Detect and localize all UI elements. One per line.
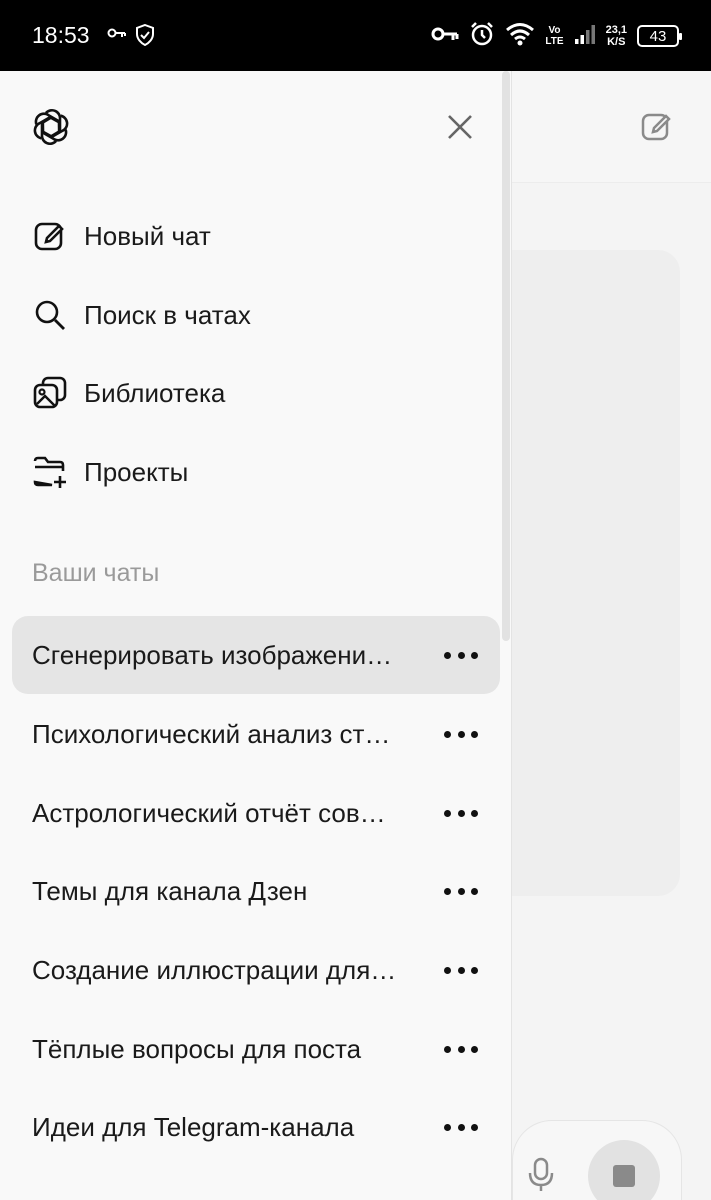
more-options-icon[interactable] [444,1118,478,1136]
chat-title: Астрологический отчёт сов… [32,798,386,828]
shield-icon [136,23,154,51]
menu-new-chat[interactable]: Новый чат [32,206,472,266]
alarm-icon [469,21,495,52]
chat-header [512,71,711,183]
status-bar: 18:53 Vo LTE 23,1 K/S 43 [0,0,711,71]
chat-item[interactable]: Создание иллюстрации для… [12,931,500,1009]
status-icons: Vo LTE 23,1 K/S 43 [431,20,682,52]
search-icon [32,297,68,333]
menu-label: Поиск в чатах [84,299,251,330]
menu-label: Новый чат [84,220,211,251]
images-icon [32,375,68,411]
wifi-icon [505,22,535,51]
menu-label: Библиотека [84,377,226,408]
side-drawer: Новый чат Поиск в чатах Библиотека Проек… [0,71,512,1200]
key-icon [431,25,459,48]
new-chat-edit-icon[interactable] [640,110,672,147]
battery-level: 43 [649,27,667,45]
chat-title: Психологический анализ ст… [32,719,391,749]
battery-indicator: 43 [637,25,682,47]
volte-top: Vo [548,25,561,36]
stop-icon [613,1165,635,1187]
status-time: 18:53 [32,22,90,48]
speed-value: 23,1 [605,24,627,36]
menu-label: Проекты [84,456,189,487]
more-options-icon[interactable] [444,882,478,900]
chat-title: Создание иллюстрации для… [32,955,397,985]
menu-search-chats[interactable]: Поиск в чатах [32,285,472,345]
more-options-icon[interactable] [444,646,478,664]
signal-icon [574,23,596,50]
chat-title: Тёплые вопросы для поста [32,1034,362,1064]
chat-item[interactable]: Астрологический отчёт сов… [12,774,500,852]
vpn-key-icon [107,26,127,45]
more-options-icon[interactable] [444,961,478,979]
more-options-icon[interactable] [444,1040,478,1058]
folder-plus-icon [32,454,68,490]
close-drawer-button[interactable] [444,111,476,143]
chat-item[interactable]: Темы для канала Дзен [12,852,500,930]
chat-title: Идеи для Telegram-канала [32,1112,355,1142]
speed-unit: K/S [607,36,626,48]
chat-item[interactable]: Тёплые вопросы для поста [12,1010,500,1088]
volte-indicator: Vo LTE [545,25,563,47]
more-options-icon[interactable] [444,804,478,822]
chat-title: Сгенерировать изображени… [32,640,393,670]
mic-icon[interactable] [527,1157,555,1198]
edit-icon [32,218,68,254]
menu-library[interactable]: Библиотека [32,363,472,423]
network-speed: 23,1 K/S [606,24,627,48]
menu-projects[interactable]: Проекты [32,442,472,502]
openai-logo-icon[interactable] [30,106,72,153]
chat-title: Темы для канала Дзен [32,876,308,906]
scrollbar[interactable] [502,71,510,641]
close-icon [448,115,472,139]
more-options-icon[interactable] [444,725,478,743]
section-your-chats: Ваши чаты [32,559,160,587]
chat-item[interactable]: Психологический анализ ст… [12,695,500,773]
chat-item[interactable]: Идеи для Telegram-канала [12,1088,500,1166]
message-card [512,250,680,896]
volte-bottom: LTE [545,36,564,47]
chat-item[interactable]: Сгенерировать изображени… [12,616,500,694]
